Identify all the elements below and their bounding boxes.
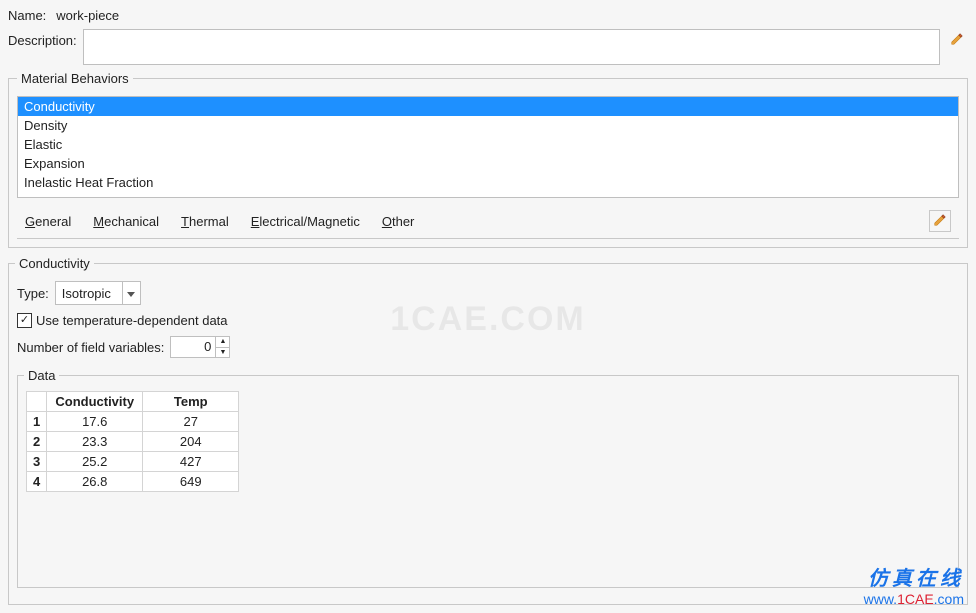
conductivity-legend: Conductivity — [15, 256, 94, 271]
description-label: Description: — [8, 29, 77, 48]
material-behaviors-group: Material Behaviors Conductivity Density … — [8, 71, 968, 248]
edit-behaviors-button[interactable] — [929, 210, 951, 232]
menu-general[interactable]: General — [25, 214, 71, 229]
chevron-up-icon: ▲ — [219, 338, 226, 345]
nfv-up-button[interactable]: ▲ — [216, 337, 229, 347]
behavior-item-inelastic[interactable]: Inelastic Heat Fraction — [18, 173, 958, 192]
conductivity-group: Conductivity Type: Isotropic ✓ Use tempe… — [8, 256, 968, 605]
chevron-down-icon — [127, 286, 135, 301]
pencil-icon — [950, 32, 964, 49]
chevron-down-icon: ▼ — [219, 349, 226, 356]
temp-dependent-label: Use temperature-dependent data — [36, 313, 228, 328]
data-group: Data Conductivity Temp 1 17.6 27 2 23.3 … — [17, 368, 959, 588]
pencil-icon — [933, 213, 947, 230]
nfv-down-button[interactable]: ▼ — [216, 347, 229, 358]
behavior-item-density[interactable]: Density — [18, 116, 958, 135]
edit-description-button[interactable] — [946, 29, 968, 51]
menu-mechanical[interactable]: Mechanical — [93, 214, 159, 229]
behavior-item-expansion[interactable]: Expansion — [18, 154, 958, 173]
type-label: Type: — [17, 286, 49, 301]
table-row[interactable]: 3 25.2 427 — [27, 452, 239, 472]
data-table[interactable]: Conductivity Temp 1 17.6 27 2 23.3 204 3… — [26, 391, 239, 492]
material-behaviors-legend: Material Behaviors — [17, 71, 133, 86]
behaviors-list[interactable]: Conductivity Density Elastic Expansion I… — [17, 96, 959, 198]
col-temp: Temp — [143, 392, 239, 412]
name-value: work-piece — [52, 8, 119, 23]
nfv-spinner[interactable]: 0 ▲ ▼ — [170, 336, 230, 358]
type-select[interactable]: Isotropic — [55, 281, 141, 305]
name-label: Name: — [8, 8, 46, 23]
table-row[interactable]: 1 17.6 27 — [27, 412, 239, 432]
behavior-item-elastic[interactable]: Elastic — [18, 135, 958, 154]
behavior-item-conductivity[interactable]: Conductivity — [18, 97, 958, 116]
data-legend: Data — [24, 368, 59, 383]
nfv-value[interactable]: 0 — [171, 337, 215, 357]
table-row[interactable]: 2 23.3 204 — [27, 432, 239, 452]
type-value: Isotropic — [62, 286, 122, 301]
description-input[interactable] — [83, 29, 940, 65]
menu-electrical[interactable]: Electrical/Magnetic — [251, 214, 360, 229]
check-icon: ✓ — [20, 315, 29, 326]
nfv-label: Number of field variables: — [17, 340, 164, 355]
col-conductivity: Conductivity — [47, 392, 143, 412]
menu-thermal[interactable]: Thermal — [181, 214, 229, 229]
type-dropdown-button[interactable] — [122, 282, 140, 304]
table-row[interactable]: 4 26.8 649 — [27, 472, 239, 492]
temp-dependent-checkbox[interactable]: ✓ — [17, 313, 32, 328]
menu-other[interactable]: Other — [382, 214, 415, 229]
